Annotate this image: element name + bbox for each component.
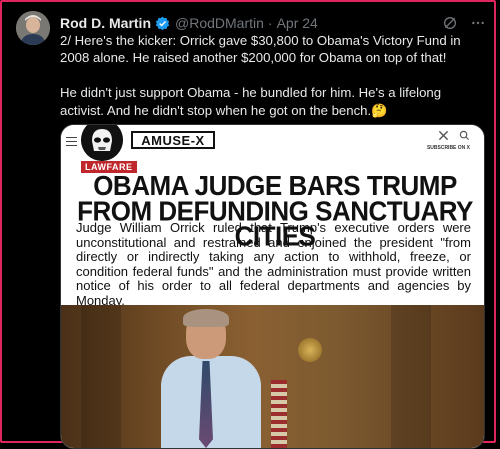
subscribe-label: SUBSCRIBE ON X bbox=[426, 145, 470, 151]
avatar-photo bbox=[16, 11, 50, 45]
judge-photo bbox=[61, 305, 484, 448]
tweet-paragraph-2: He didn't just support Obama - he bundle… bbox=[60, 85, 442, 118]
menu-icon bbox=[66, 137, 77, 146]
wall-panel bbox=[81, 305, 121, 448]
stormtrooper-logo-icon bbox=[81, 125, 123, 161]
wall-panel bbox=[391, 305, 431, 448]
tweet-text: 2/ Here's the kicker: Orrick gave $30,80… bbox=[60, 32, 480, 136]
court-seal bbox=[298, 338, 322, 362]
avatar[interactable] bbox=[16, 11, 50, 45]
more-options-icon[interactable] bbox=[470, 15, 486, 31]
judge-figure bbox=[161, 309, 281, 448]
tweet-date[interactable]: Apr 24 bbox=[277, 15, 318, 31]
amusex-logo: AMUSE-X bbox=[131, 131, 215, 149]
image-card[interactable]: AMUSE-X SUBSCRIBE ON X LAWFARE OBAMA JUD… bbox=[60, 124, 485, 449]
grok-icon[interactable] bbox=[442, 15, 458, 31]
amuse-header: AMUSE-X SUBSCRIBE ON X bbox=[61, 125, 484, 161]
search-icon bbox=[459, 130, 470, 141]
tweet-header: Rod D. Martin @RodDMartin · Apr 24 bbox=[60, 13, 486, 33]
tweet-paragraph-1: 2/ Here's the kicker: Orrick gave $30,80… bbox=[60, 33, 461, 66]
header-actions bbox=[442, 15, 486, 31]
author-handle[interactable]: @RodDMartin bbox=[175, 15, 264, 31]
judge-hair bbox=[183, 309, 229, 327]
separator-dot: · bbox=[267, 15, 273, 31]
article-body: Judge William Orrick ruled that Trump's … bbox=[76, 220, 471, 308]
author-name[interactable]: Rod D. Martin bbox=[60, 15, 151, 31]
card-icons bbox=[438, 130, 470, 141]
verified-badge-icon bbox=[155, 16, 170, 30]
x-logo-icon bbox=[438, 130, 449, 141]
